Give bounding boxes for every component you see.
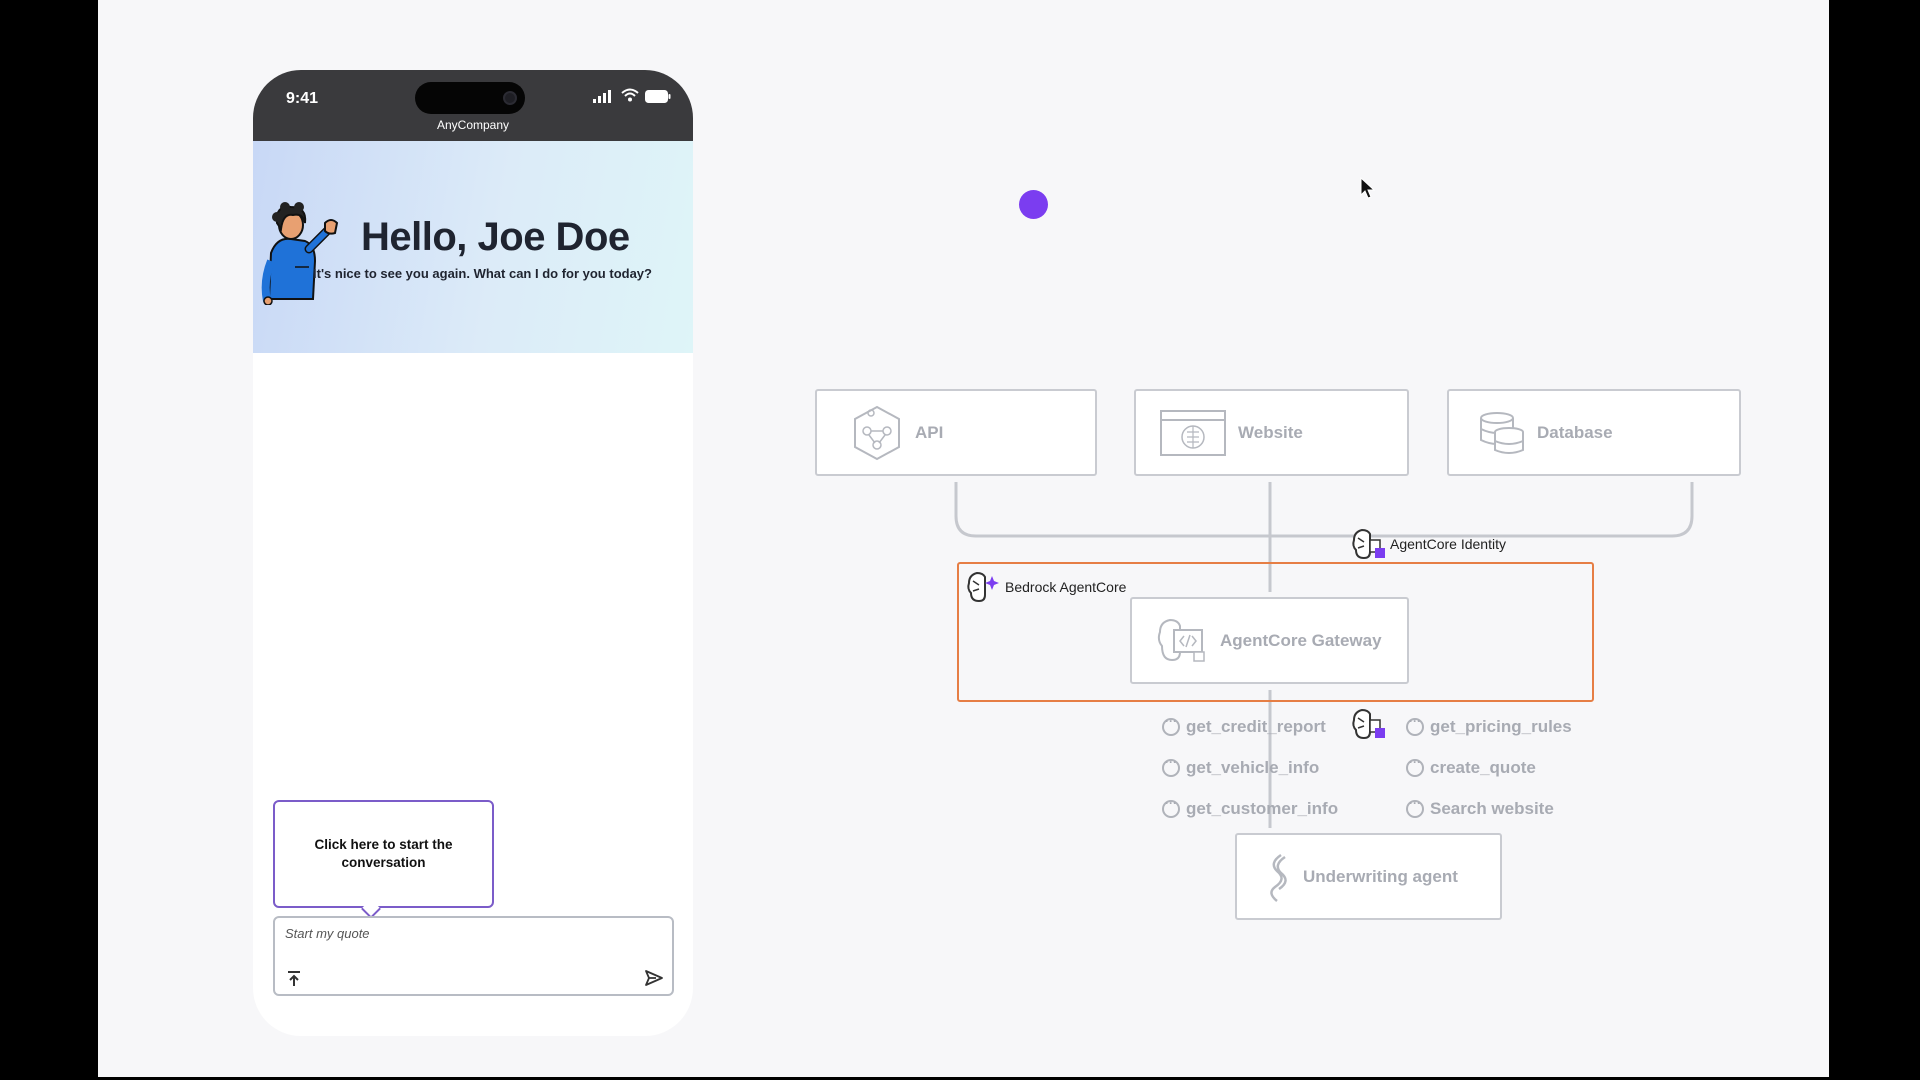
tool-create-quote: create_quote [1406,755,1536,778]
tool-get-pricing-rules: get_pricing_rules [1406,714,1572,737]
tool-label: get_customer_info [1186,799,1339,818]
api-source-node: API [815,389,1097,476]
strands-agent-icon [1270,853,1287,902]
tool-icon [1162,755,1180,777]
tool-get-customer-info: get_customer_info [1162,796,1339,819]
tool-label: create_quote [1430,758,1536,777]
website-label: Website [1238,422,1303,442]
tool-icon [1406,714,1424,736]
underwriting-agent-node: Underwriting agent [1235,833,1502,920]
tool-label: get_pricing_rules [1430,717,1572,736]
agentcore-identity-label: AgentCore Identity [1390,536,1506,552]
database-label: Database [1537,422,1613,442]
gateway-tools-icon [1352,708,1385,740]
tool-get-vehicle-info: get_vehicle_info [1162,755,1320,778]
agentcore-identity: AgentCore Identity [1350,528,1506,560]
agentcore-gateway-icon [1157,618,1205,662]
database-icon [1480,411,1524,454]
bedrock-agentcore-header: Bedrock AgentCore [965,570,1126,604]
tool-label: get_vehicle_info [1186,758,1320,777]
agentcore-gateway-node: AgentCore Gateway [1130,597,1409,684]
api-icon [854,405,900,460]
tool-search-website: Search website [1406,796,1554,819]
database-source-node: Database [1447,389,1741,476]
agentcore-gateway-label: AgentCore Gateway [1220,630,1382,650]
website-icon [1160,409,1226,456]
underwriting-agent-label: Underwriting agent [1303,866,1458,886]
tool-icon [1162,796,1180,818]
bedrock-agentcore-icon [967,571,999,603]
website-source-node: Website [1134,389,1409,476]
slide: 9:41 AnyCompany Hello, Joe Doe It's nice… [98,0,1829,1077]
tool-icon [1162,714,1180,736]
tool-icon [1406,796,1424,818]
diagram-connectors [954,482,1694,828]
api-label: API [915,422,944,442]
tool-icon [1406,755,1424,777]
tool-label: Search website [1430,799,1554,818]
agentcore-identity-icon [1352,528,1385,560]
tool-get-credit-report: get_credit_report [1162,714,1326,737]
tool-label: get_credit_report [1186,717,1326,736]
bedrock-agentcore-label: Bedrock AgentCore [1005,579,1127,595]
